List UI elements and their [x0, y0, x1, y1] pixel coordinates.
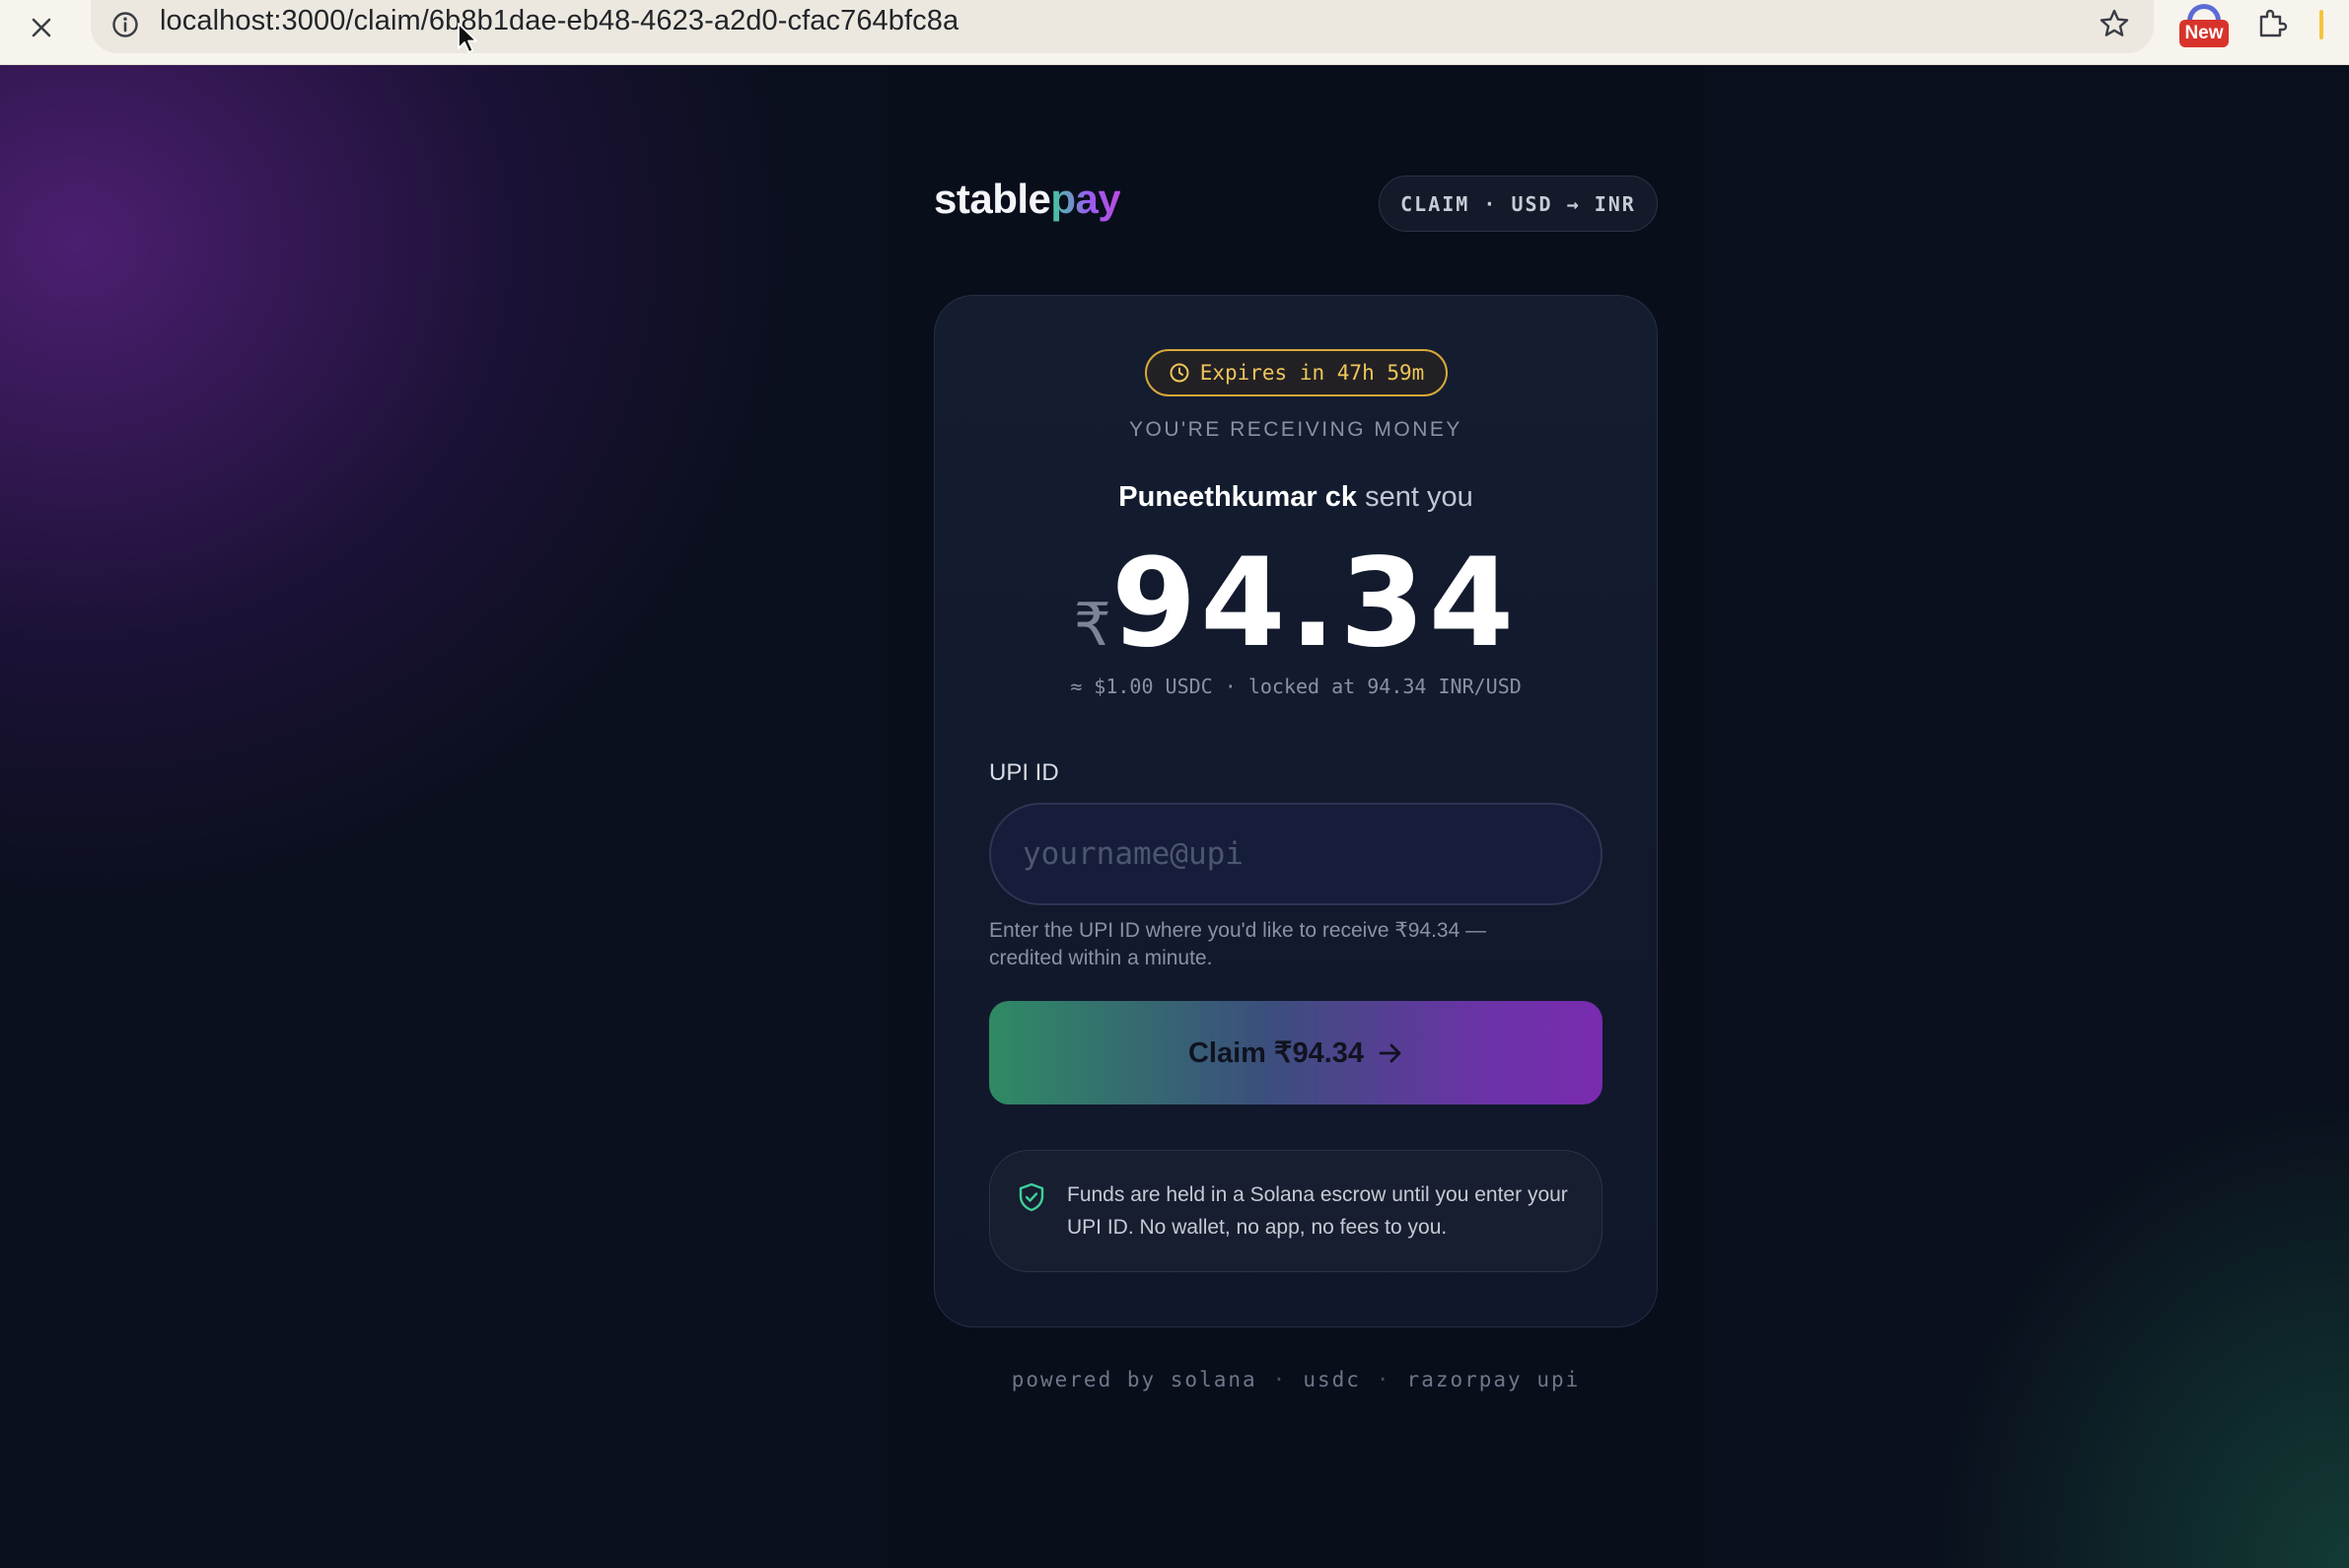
- extension-new-button[interactable]: New: [2179, 4, 2229, 47]
- sender-name: Puneethkumar ck: [1118, 481, 1358, 513]
- upi-id-input[interactable]: [989, 803, 1602, 905]
- upi-helper-text: Enter the UPI ID where you'd like to rec…: [989, 919, 1487, 969]
- bookmark-button[interactable]: [2093, 2, 2136, 45]
- url-text[interactable]: localhost:3000/claim/6b8b1dae-eb48-4623-…: [160, 5, 959, 37]
- logo-stable: stable: [934, 176, 1051, 222]
- browser-toolbar: localhost:3000/claim/6b8b1dae-eb48-4623-…: [0, 0, 2349, 65]
- close-tab-button[interactable]: [22, 8, 61, 47]
- clock-icon: [1170, 363, 1189, 383]
- escrow-note-text: Funds are held in a Solana escrow until …: [1067, 1183, 1568, 1239]
- footer-credits: powered by solana · usdc · razorpay upi: [888, 1368, 1704, 1391]
- claim-card: Expires in 47h 59m YOU'RE RECEIVING MONE…: [934, 295, 1658, 1327]
- stablepay-logo[interactable]: stablepay: [934, 176, 1121, 223]
- logo-pay: pay: [1050, 176, 1121, 222]
- shield-check-icon: [1019, 1182, 1044, 1212]
- expiry-text: Expires in 47h 59m: [1199, 361, 1425, 385]
- star-icon: [2100, 9, 2129, 36]
- rate-line: ≈ $1.00 USDC · locked at 94.34 INR/USD: [1070, 675, 1522, 698]
- amount-display: ₹94.34: [935, 533, 1657, 675]
- sender-suffix: sent you: [1357, 481, 1473, 513]
- mouse-cursor-icon: [458, 23, 477, 53]
- upi-label: UPI ID: [989, 759, 1059, 786]
- site-info-button[interactable]: [107, 6, 144, 43]
- close-icon: [32, 18, 51, 37]
- footer-separator: ·: [1272, 1368, 1288, 1391]
- address-bar[interactable]: localhost:3000/claim/6b8b1dae-eb48-4623-…: [91, 0, 2154, 53]
- claim-button[interactable]: Claim ₹94.34: [989, 1001, 1602, 1105]
- mode-pill: CLAIM · USD → INR: [1379, 176, 1658, 232]
- puzzle-icon: [2259, 9, 2288, 37]
- arrow-right-icon: [1379, 1043, 1401, 1062]
- claim-button-label: Claim ₹94.34: [1187, 1037, 1365, 1069]
- expiry-badge: Expires in 47h 59m: [1145, 349, 1448, 396]
- currency-symbol: ₹: [1073, 592, 1111, 658]
- escrow-notice: Funds are held in a Solana escrow until …: [989, 1150, 1602, 1272]
- footer-separator: ·: [1376, 1368, 1391, 1391]
- sender-line: Puneethkumar ck sent you: [935, 481, 1657, 514]
- profile-accent-bar: [2319, 10, 2323, 39]
- amount-value: 94.34: [1110, 533, 1519, 675]
- info-icon: [112, 12, 138, 37]
- footer-item-razorpay: razorpay upi: [1406, 1368, 1581, 1391]
- receiving-eyebrow: YOU'RE RECEIVING MONEY: [1129, 418, 1462, 441]
- extensions-button[interactable]: [2250, 2, 2294, 45]
- extension-new-badge: New: [2179, 20, 2229, 47]
- footer-item-usdc: usdc: [1303, 1368, 1361, 1391]
- footer-item-solana: powered by solana: [1011, 1368, 1257, 1391]
